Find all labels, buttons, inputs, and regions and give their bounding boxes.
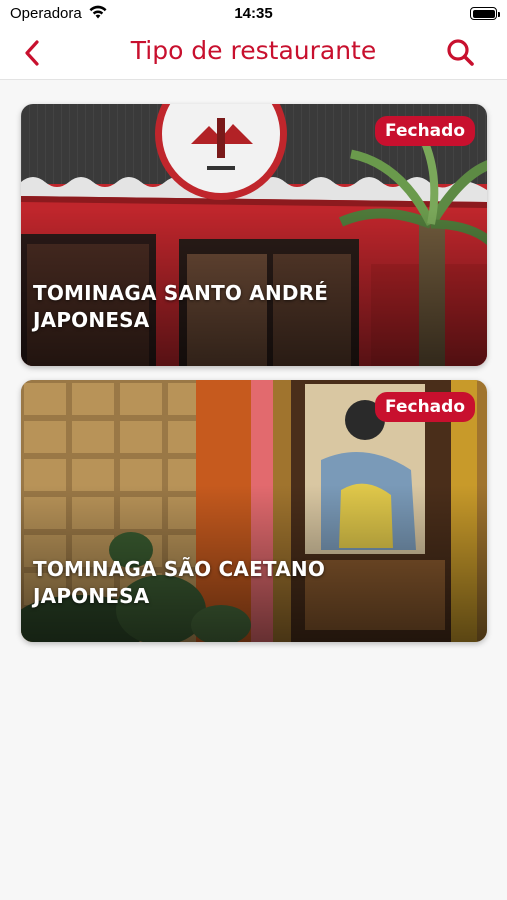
status-bar: Operadora 14:35 bbox=[0, 0, 507, 28]
navigation-bar: Tipo de restaurante bbox=[0, 28, 507, 80]
restaurant-name: TOMINAGA SANTO ANDRÉ bbox=[33, 281, 329, 305]
restaurant-card[interactable]: Fechado TOMINAGA SANTO ANDRÉ JAPONESA bbox=[21, 104, 487, 366]
search-button[interactable] bbox=[445, 37, 477, 69]
restaurant-type: JAPONESA bbox=[33, 584, 150, 608]
battery-icon bbox=[470, 7, 500, 20]
status-badge: Fechado bbox=[375, 392, 475, 422]
restaurant-title: TOMINAGA SÃO CAETANO JAPONESA bbox=[33, 556, 453, 610]
status-badge: Fechado bbox=[375, 116, 475, 146]
restaurant-name: TOMINAGA SÃO CAETANO bbox=[33, 557, 326, 581]
restaurant-title: TOMINAGA SANTO ANDRÉ JAPONESA bbox=[33, 280, 453, 334]
restaurant-card[interactable]: Fechado TOMINAGA SÃO CAETANO JAPONESA bbox=[21, 380, 487, 642]
restaurant-type: JAPONESA bbox=[33, 308, 150, 332]
clock: 14:35 bbox=[234, 5, 273, 22]
page-title: Tipo de restaurante bbox=[130, 36, 377, 65]
